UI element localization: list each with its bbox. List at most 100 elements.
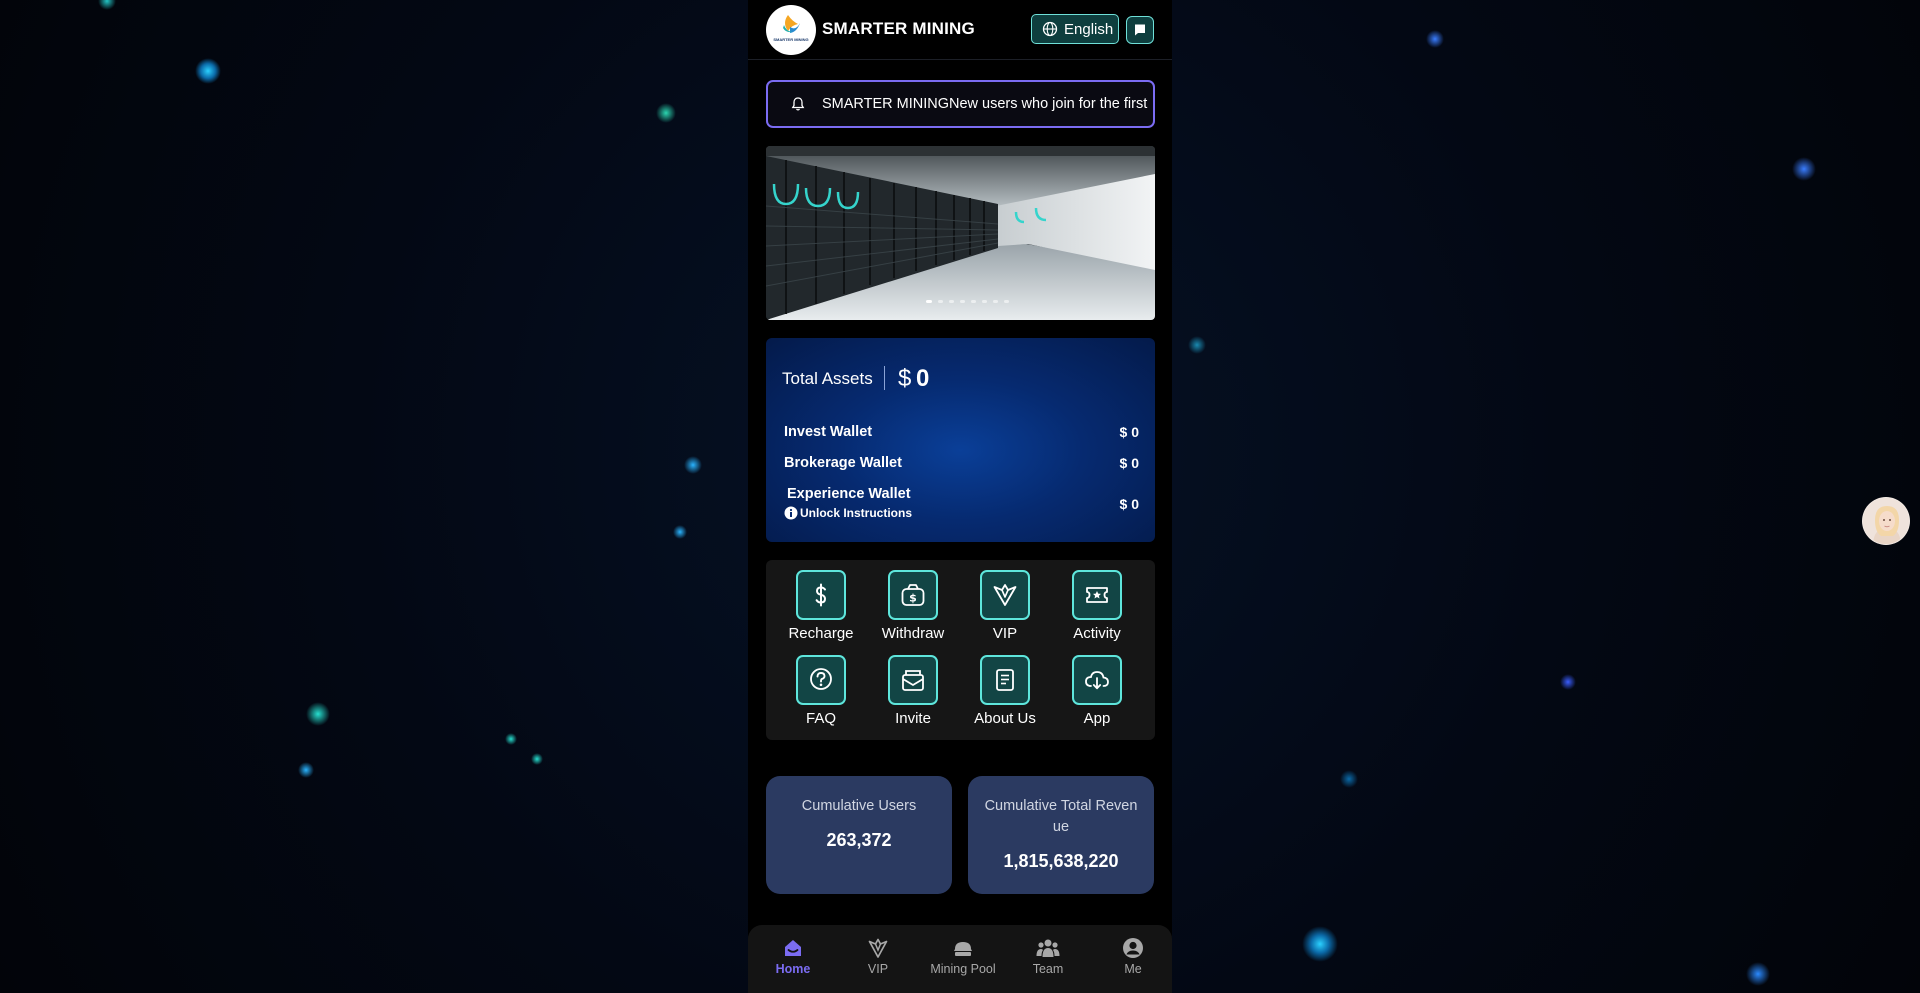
brand-logo: SMARTER MINING	[766, 5, 816, 55]
wallet-name: Experience Wallet	[787, 486, 911, 502]
carousel-dot[interactable]	[960, 300, 965, 303]
bell-icon	[791, 97, 805, 111]
carousel-dot[interactable]	[993, 300, 998, 303]
bokeh-dot	[1426, 30, 1444, 48]
action-label: Invite	[895, 710, 931, 727]
nav-me[interactable]: Me	[1093, 937, 1173, 976]
envelope-icon	[902, 670, 924, 691]
total-assets-label: Total Assets	[782, 369, 873, 388]
bokeh-dot	[504, 732, 518, 746]
language-button[interactable]: English	[1031, 14, 1119, 44]
wallet-row-brokerage[interactable]: Brokerage Wallet $ 0	[784, 455, 1139, 471]
wallet-value: $ 0	[1119, 424, 1139, 440]
bokeh-dot	[1792, 157, 1816, 181]
wallet-name: Invest Wallet	[784, 424, 873, 440]
action-label: FAQ	[805, 710, 836, 727]
diamond-icon	[868, 938, 888, 958]
withdraw-button[interactable]: $ Withdraw	[867, 570, 959, 642]
header: SMARTER MINING SMARTER MINING English	[748, 0, 1172, 60]
bokeh-dot	[298, 762, 314, 778]
message-button[interactable]	[1126, 16, 1154, 44]
action-label: Withdraw	[881, 625, 945, 642]
action-label: Activity	[1073, 625, 1121, 642]
nav-label: Me	[1124, 962, 1142, 976]
money-bag-icon: $	[901, 584, 925, 606]
bokeh-dot	[1188, 336, 1206, 354]
nav-team[interactable]: Team	[1008, 937, 1088, 976]
globe-icon	[1042, 21, 1058, 37]
action-label: About Us	[974, 710, 1036, 727]
language-label: English	[1064, 20, 1114, 38]
stat-card-users: Cumulative Users 263,372	[766, 776, 952, 894]
brand-name: SMARTER MINING	[822, 19, 975, 38]
bokeh-dot	[1302, 926, 1338, 962]
carousel-indicators	[926, 300, 1009, 303]
carousel-dot[interactable]	[926, 300, 932, 303]
invite-button[interactable]: Invite	[867, 655, 959, 727]
dollar-icon	[815, 583, 827, 607]
unlock-label: Unlock Instructions	[800, 506, 913, 520]
quick-actions-grid: Recharge $ Withdraw VIP Activity FAQ Inv…	[766, 560, 1155, 740]
chat-icon	[1135, 24, 1145, 36]
action-label: VIP	[992, 625, 1018, 642]
bokeh-dot	[684, 456, 702, 474]
wallet-row-experience[interactable]: Experience Wallet $ 0	[784, 486, 1139, 512]
bokeh-dot	[673, 525, 687, 539]
nav-label: VIP	[867, 962, 889, 976]
stat-value: 1,815,638,220	[1003, 851, 1119, 871]
carousel-dot[interactable]	[982, 300, 987, 303]
wallet-value: $ 0	[1119, 455, 1139, 471]
divider	[884, 366, 885, 390]
team-icon	[1036, 939, 1060, 957]
wallet-name: Brokerage Wallet	[784, 455, 902, 471]
cloud-download-icon	[1085, 671, 1109, 690]
bokeh-dot	[656, 103, 676, 123]
nav-label: Home	[775, 962, 811, 976]
bokeh-dot	[98, 0, 116, 10]
unlock-instructions-link[interactable]: Unlock Instructions	[784, 506, 912, 520]
svg-text:$: $	[909, 592, 917, 605]
activity-button[interactable]: Activity	[1051, 570, 1143, 642]
action-label: App	[1083, 710, 1111, 727]
nav-home[interactable]: Home	[753, 937, 833, 976]
ticket-icon	[1086, 587, 1108, 603]
bokeh-dot	[306, 702, 330, 726]
action-label: Recharge	[788, 625, 854, 642]
recharge-button[interactable]: Recharge	[775, 570, 867, 642]
bokeh-dot	[1746, 962, 1770, 986]
total-assets-value: 0	[916, 365, 930, 392]
wallet-row-invest[interactable]: Invest Wallet $ 0	[784, 424, 1139, 440]
banner-image	[766, 146, 1155, 320]
notice-bar[interactable]: SMARTER MININGNew users who join for the…	[766, 80, 1155, 128]
notice-text: SMARTER MININGNew users who join for the…	[822, 96, 1148, 112]
stat-card-revenue: Cumulative Total Reven ue 1,815,638,220	[968, 776, 1154, 894]
app-container: SMARTER MINING SMARTER MINING English SM…	[748, 0, 1172, 993]
assets-card: Total Assets $ 0 Invest Wallet $ 0 Broke…	[766, 338, 1155, 542]
banner-carousel[interactable]	[766, 146, 1155, 320]
bokeh-dot	[530, 752, 544, 766]
stat-label: Cumulative Total Reven ue	[984, 798, 1138, 835]
support-avatar-icon	[1863, 498, 1909, 544]
carousel-dot[interactable]	[938, 300, 943, 303]
customer-support-button[interactable]	[1862, 497, 1910, 545]
logo-text: SMARTER MINING	[773, 37, 809, 42]
question-icon	[810, 668, 832, 690]
stat-value: 263,372	[826, 830, 892, 850]
wallet-value: $ 0	[1119, 496, 1139, 512]
nav-vip[interactable]: VIP	[838, 937, 918, 976]
bokeh-dot	[195, 58, 221, 84]
bottom-navigation: Home VIP Mining Pool Team Me	[748, 925, 1172, 993]
nav-label: Mining Pool	[930, 962, 996, 976]
carousel-dot[interactable]	[971, 300, 976, 303]
stat-label: Cumulative Users	[801, 798, 917, 814]
vip-button[interactable]: VIP	[959, 570, 1051, 642]
carousel-dot[interactable]	[949, 300, 954, 303]
bokeh-dot	[1340, 770, 1358, 788]
carousel-dot[interactable]	[1004, 300, 1009, 303]
faq-button[interactable]: FAQ	[775, 655, 867, 727]
about-us-button[interactable]: About Us	[959, 655, 1051, 727]
diamond-icon	[993, 584, 1017, 606]
nav-mining-pool[interactable]: Mining Pool	[923, 937, 1003, 976]
document-icon	[996, 669, 1014, 691]
app-download-button[interactable]: App	[1051, 655, 1143, 727]
